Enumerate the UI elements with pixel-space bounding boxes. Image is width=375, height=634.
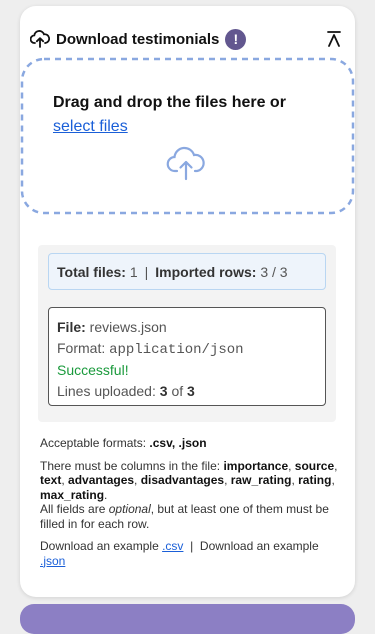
- examples-line: Download an example .csv | Download an e…: [40, 539, 340, 568]
- select-files-link[interactable]: select files: [53, 118, 128, 136]
- testimonials-card: Download testimonials ! Drag and drop th…: [20, 6, 355, 597]
- example-csv-link[interactable]: .csv: [162, 539, 183, 553]
- column-name: disadvantages: [140, 473, 225, 487]
- lines-uploaded-count: 3: [159, 382, 168, 399]
- formats-prefix: Acceptable formats:: [40, 436, 147, 450]
- column-name: max_rating: [40, 487, 105, 502]
- formats-value: .csv, .json: [149, 436, 207, 450]
- column-name: text: [40, 473, 62, 487]
- column-name: source: [294, 458, 335, 473]
- file-result-card: File: reviews.json Format: application/j…: [48, 307, 326, 406]
- example-json-link[interactable]: .json: [40, 554, 65, 568]
- dropzone-border: [20, 57, 355, 215]
- total-files-label: Total files:: [57, 263, 126, 280]
- columns-line: There must be columns in the file: impor…: [40, 458, 338, 502]
- upload-status: Successful!: [57, 362, 129, 378]
- file-format-label: Format:: [57, 339, 106, 356]
- lines-uploaded-row: Lines uploaded: 3 of 3: [57, 381, 325, 402]
- example-label: Download an example: [199, 539, 319, 553]
- next-card-edge[interactable]: [20, 604, 355, 634]
- file-format-row: Format: application/json: [57, 338, 325, 361]
- column-name: advantages: [68, 473, 135, 487]
- summary-separator: |: [144, 263, 149, 280]
- example-label: Download an example: [40, 539, 159, 553]
- lines-of-text: of: [171, 382, 184, 399]
- collapse-icon[interactable]: [327, 30, 341, 48]
- card-header: Download testimonials !: [30, 26, 345, 52]
- dropzone-text: Drag and drop the files here or: [53, 94, 286, 111]
- imported-rows-label: Imported rows:: [155, 263, 257, 280]
- optional-emphasis: optional: [108, 502, 151, 516]
- column-name: rating: [298, 473, 332, 487]
- column-name: importance: [223, 458, 289, 473]
- format-instructions: Acceptable formats: .csv, .json There mu…: [40, 436, 340, 568]
- file-format-value: application/json: [109, 341, 244, 358]
- import-summary: Total files: 1 | Imported rows: 3 / 3: [48, 253, 326, 290]
- optional-text-1: All fields are: [40, 502, 106, 516]
- file-name-label: File:: [57, 319, 86, 335]
- file-dropzone[interactable]: Drag and drop the files here or select f…: [20, 57, 355, 215]
- lines-uploaded-label: Lines uploaded:: [57, 382, 156, 399]
- import-results-panel: Total files: 1 | Imported rows: 3 / 3 Fi…: [38, 245, 336, 422]
- card-title: Download testimonials: [56, 30, 220, 48]
- alert-icon[interactable]: !: [225, 28, 247, 50]
- cloud-upload-icon: [165, 146, 207, 182]
- optional-note: All fields are optional, but at least on…: [40, 502, 340, 531]
- file-name-row: File: reviews.json: [57, 317, 325, 338]
- total-files-value: 1: [129, 263, 138, 280]
- formats-line: Acceptable formats: .csv, .json: [40, 436, 340, 451]
- columns-prefix: There must be columns in the file:: [40, 458, 221, 473]
- column-name: raw_rating: [230, 473, 292, 487]
- lines-total-count: 3: [187, 382, 195, 399]
- file-name-value: reviews.json: [89, 319, 167, 335]
- cloud-upload-icon: [30, 30, 50, 48]
- imported-rows-value: 3 / 3: [260, 263, 288, 280]
- example-separator: |: [190, 539, 194, 553]
